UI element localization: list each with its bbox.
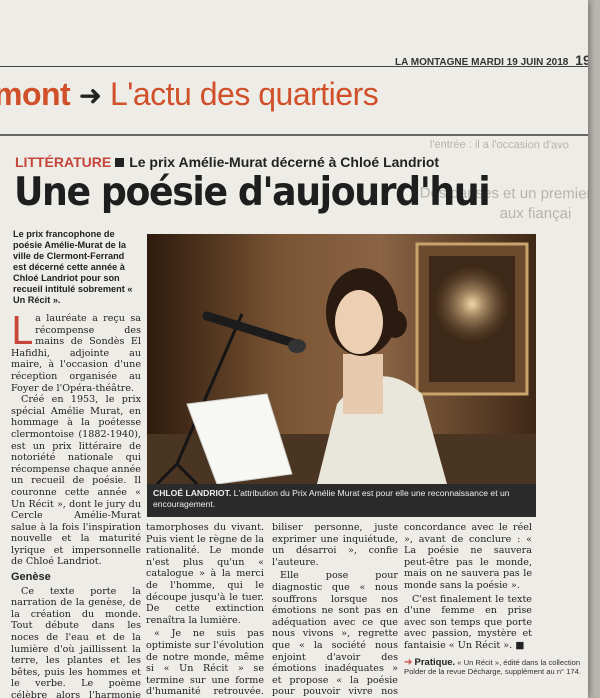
practical-label: Pratique. <box>414 657 456 668</box>
photo-illustration <box>147 234 536 484</box>
paragraph: biliser personne, juste exprimer une inq… <box>272 522 398 568</box>
arrow-icon: ➔ <box>404 657 413 668</box>
article-column-2: tamorphoses du vivant. Puis vient le règ… <box>146 522 264 698</box>
bleed-line: l'entrée : il a l'occasion d'avo <box>429 138 569 152</box>
photo-caption: CHLOÉ LANDRIOT. L'attribution du Prix Am… <box>147 484 536 517</box>
kicker-text: Le prix Amélie-Murat décerné à Chloé Lan… <box>129 154 440 170</box>
article-photo <box>147 234 536 484</box>
caption-name: CHLOÉ LANDRIOT. <box>153 488 232 498</box>
header-rule <box>0 66 588 67</box>
subheading: Genèse <box>11 571 51 584</box>
paragraph: concordance avec le réel », avant de con… <box>404 522 532 591</box>
kicker: LITTÉRATURE Le prix Amélie-Murat décerné … <box>15 154 439 171</box>
paragraph: « Je ne suis pas optimiste sur l'évoluti… <box>146 628 264 698</box>
section-rule <box>0 134 588 136</box>
paragraph: C'est finalement le texte d'une femme en… <box>404 593 532 651</box>
practical-info: ➔ Pratique. « Un Récit », édité dans la … <box>404 658 584 677</box>
square-bullet-icon <box>115 158 125 167</box>
article-column-3: biliser personne, juste exprimer une inq… <box>272 522 398 698</box>
headline: Une poésie d'aujourd'hui <box>14 170 491 215</box>
lead-paragraph: Le prix francophone de poésie Amélie-Mur… <box>13 229 133 305</box>
section-rubric: mont ➜ L'actu des quartiers <box>0 76 379 113</box>
article-column-4: concordance avec le réel », avant de con… <box>404 522 532 652</box>
bleed-line: aux fiançai <box>499 204 572 223</box>
kicker-label: LITTÉRATURE <box>15 154 112 170</box>
paragraph: tamorphoses du vivant. Puis vient le règ… <box>146 522 264 626</box>
paragraph: Créé en 1953, le prix spécial Amélie Mur… <box>11 394 141 568</box>
rubric-part1: mont <box>0 76 71 112</box>
newspaper-page: l'entrée : il a l'occasion d'avo Des dan… <box>0 0 588 698</box>
paragraph: Ce texte porte la narration de la genèse… <box>11 585 141 698</box>
drop-cap: L <box>11 309 33 353</box>
rubric-part2: L'actu des quartiers <box>109 76 379 112</box>
arrow-icon: ➜ <box>78 80 102 111</box>
paragraph: Elle pose pour diagnostic que « nous sou… <box>272 570 398 698</box>
article-column-1: La lauréate a reçu sa récompense des mai… <box>11 309 141 698</box>
